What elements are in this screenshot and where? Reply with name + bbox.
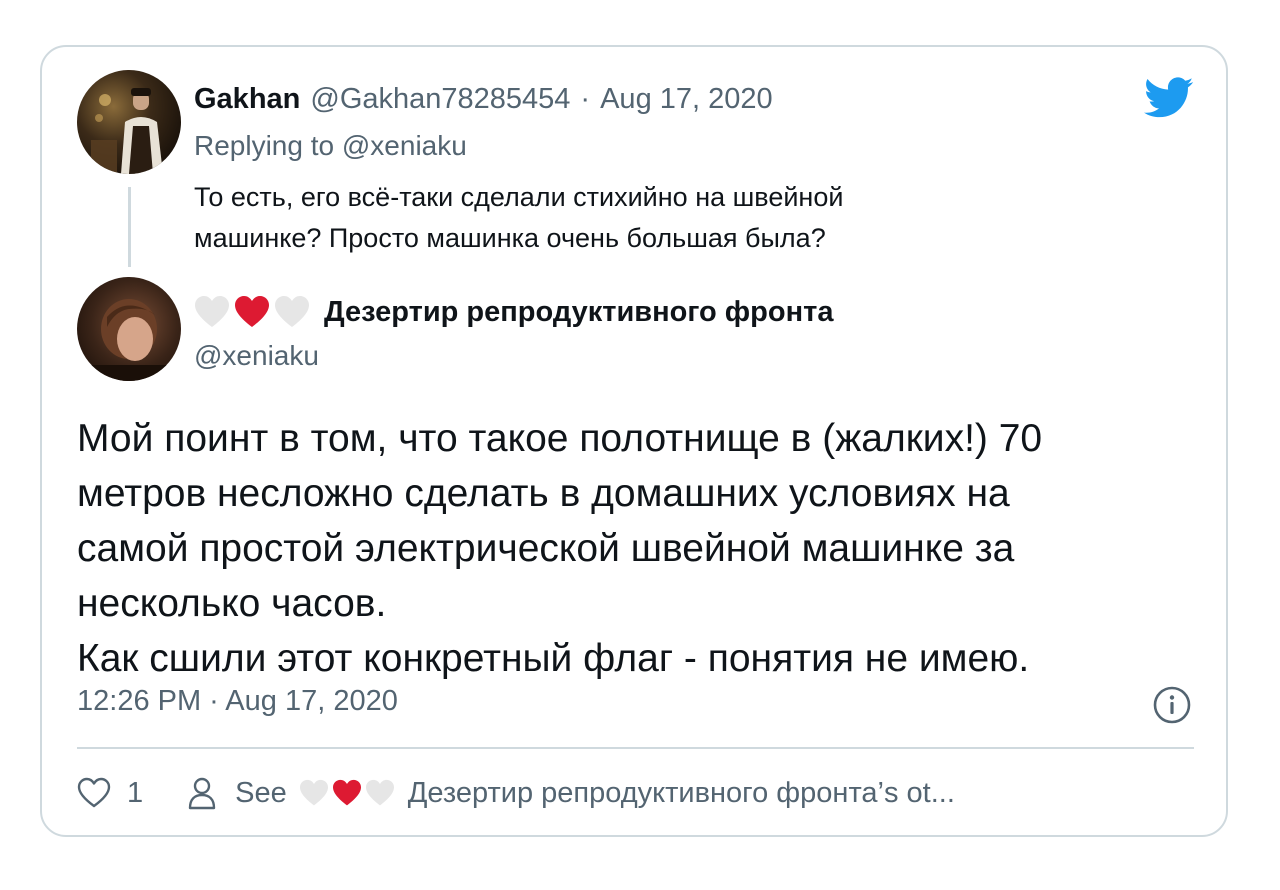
white-heart-icon xyxy=(365,779,394,806)
reply-author-name[interactable]: Gakhan xyxy=(194,83,300,116)
tweet-body-line: несколько часов. xyxy=(77,582,387,625)
see-profile-name[interactable]: Дезертир репродуктивного фронта’s ot... xyxy=(408,777,955,810)
reply-text-line: машинке? Просто машинка очень большая бы… xyxy=(194,223,826,253)
main-tweet-header: Дезертир репродуктивного фронта xyxy=(194,292,833,332)
replying-mention[interactable]: @xeniaku xyxy=(342,130,467,161)
divider xyxy=(77,747,1194,749)
reply-header: Gakhan @Gakhan78285454 · Aug 17, 2020 xyxy=(194,83,773,117)
see-profile-label[interactable]: See xyxy=(235,777,287,810)
xeniaku-avatar[interactable] xyxy=(77,277,181,381)
tweet-body-line: метров несложно сделать в домашних услов… xyxy=(77,472,1010,515)
reply-author-handle[interactable]: @Gakhan78285454 xyxy=(310,83,570,116)
tweet-footer: 1 See Дезертир репродуктивного фронта’s … xyxy=(77,769,955,817)
gakhan-avatar[interactable] xyxy=(77,70,181,174)
replying-to: Replying to @xeniaku xyxy=(194,130,467,162)
red-heart-icon xyxy=(332,779,361,806)
tweet-body-line: Как сшили этот конкретный флаг - понятия… xyxy=(77,637,1030,680)
info-icon[interactable] xyxy=(1152,685,1192,725)
replying-prefix: Replying to xyxy=(194,130,335,161)
white-heart-icon xyxy=(195,296,229,327)
red-heart-icon xyxy=(235,296,269,327)
reply-date[interactable]: Aug 17, 2020 xyxy=(600,83,773,116)
tweet-body-line: Мой поинт в том, что такое полотнище в (… xyxy=(77,417,1043,460)
reply-separator: · xyxy=(580,83,591,115)
white-heart-icon xyxy=(299,779,328,806)
main-author-name[interactable]: Дезертир репродуктивного фронта xyxy=(324,296,833,329)
reply-text: То есть, его всё-таки сделали стихийно н… xyxy=(194,177,1074,259)
tweet-body-line: самой простой электрической швейной маши… xyxy=(77,527,1015,570)
reply-text-line: То есть, его всё-таки сделали стихийно н… xyxy=(194,182,844,212)
tweet-timestamp[interactable]: 12:26 PM · Aug 17, 2020 xyxy=(77,685,398,718)
person-icon[interactable] xyxy=(187,776,217,810)
like-heart-icon[interactable] xyxy=(77,777,111,809)
white-heart-icon xyxy=(275,296,309,327)
like-count[interactable]: 1 xyxy=(127,777,143,810)
twitter-bird-icon[interactable] xyxy=(1144,77,1194,119)
name-emoji-hearts xyxy=(194,295,314,329)
tweet-body: Мой поинт в том, что такое полотнище в (… xyxy=(77,411,1197,686)
thread-connector-line xyxy=(128,187,131,267)
main-author-handle[interactable]: @xeniaku xyxy=(194,340,319,372)
tweet-embed-card: Gakhan @Gakhan78285454 · Aug 17, 2020 Re… xyxy=(40,45,1228,837)
